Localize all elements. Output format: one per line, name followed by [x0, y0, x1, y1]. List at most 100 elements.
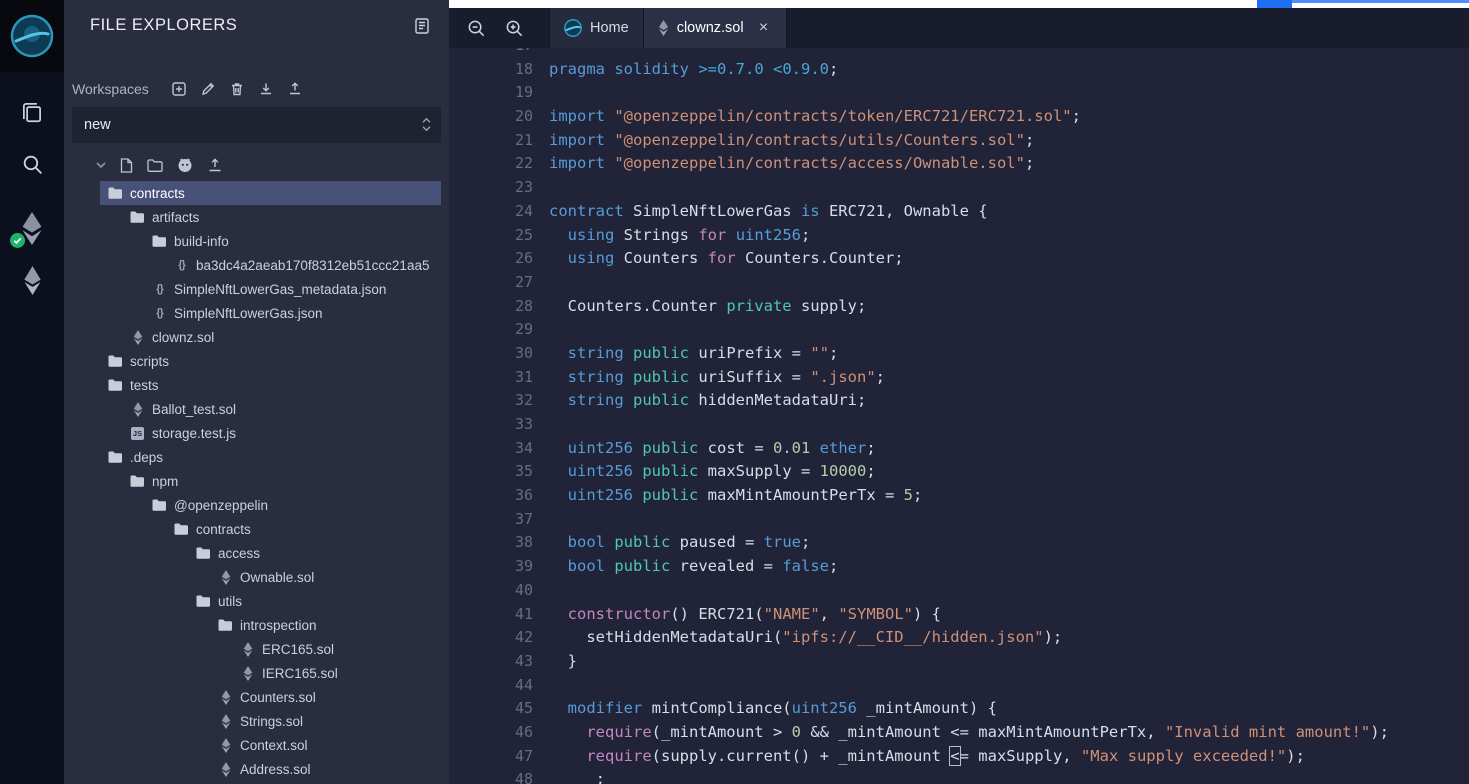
code-line-42[interactable]: 42 setHiddenMetadataUri("ipfs://__CID__/…: [449, 626, 1469, 650]
code-editor[interactable]: 1718pragma solidity >=0.7.0 <0.9.0;1920i…: [449, 48, 1469, 784]
solidity-file-icon: [218, 714, 233, 729]
tree-item-ba3dc4a2aeab170f8312eb51ccc21aa5[interactable]: {}ba3dc4a2aeab170f8312eb51ccc21aa5: [64, 253, 449, 277]
line-number: 35: [449, 460, 549, 484]
search-icon[interactable]: [0, 138, 64, 190]
code-line-21[interactable]: 21import "@openzeppelin/contracts/utils/…: [449, 129, 1469, 153]
tree-item-SimpleNftLowerGas_metadata.json[interactable]: {}SimpleNftLowerGas_metadata.json: [64, 277, 449, 301]
tree-item-clownz.sol[interactable]: clownz.sol: [64, 325, 449, 349]
zoom-in-icon[interactable]: [495, 8, 533, 48]
remix-logo[interactable]: [0, 0, 64, 72]
delete-workspace-icon[interactable]: [229, 81, 245, 97]
code-line-38[interactable]: 38 bool public paused = true;: [449, 531, 1469, 555]
tree-item-access[interactable]: access: [64, 541, 449, 565]
code-line-47[interactable]: 47 require(supply.current() + _mintAmoun…: [449, 745, 1469, 769]
code-line-33[interactable]: 33: [449, 413, 1469, 437]
tree-item-introspection[interactable]: introspection: [64, 613, 449, 637]
tree-item-ERC165.sol[interactable]: ERC165.sol: [64, 637, 449, 661]
create-workspace-icon[interactable]: [171, 81, 187, 97]
github-icon[interactable]: [177, 157, 193, 173]
browser-accent-block: [1257, 0, 1292, 8]
code-line-41[interactable]: 41 constructor() ERC721("NAME", "SYMBOL"…: [449, 603, 1469, 627]
deploy-run-icon[interactable]: [0, 254, 64, 306]
file-name: Context.sol: [240, 738, 308, 753]
editor-area: Home clownz.sol × 1718pragma solidity >=…: [449, 0, 1469, 784]
tree-item-Ownable.sol[interactable]: Ownable.sol: [64, 565, 449, 589]
code-line-39[interactable]: 39 bool public revealed = false;: [449, 555, 1469, 579]
upload-file-icon[interactable]: [207, 157, 223, 173]
tree-item-scripts[interactable]: scripts: [64, 349, 449, 373]
file-name: storage.test.js: [152, 426, 236, 441]
tree-item-Strings.sol[interactable]: Strings.sol: [64, 709, 449, 733]
tree-item-contracts[interactable]: contracts: [64, 517, 449, 541]
line-content: }: [549, 650, 577, 674]
code-line-22[interactable]: 22import "@openzeppelin/contracts/access…: [449, 152, 1469, 176]
code-line-31[interactable]: 31 string public uriSuffix = ".json";: [449, 366, 1469, 390]
file-explorer-icon[interactable]: [0, 86, 64, 138]
tree-item-Address.sol[interactable]: Address.sol: [64, 757, 449, 781]
zoom-out-icon[interactable]: [457, 8, 495, 48]
code-line-45[interactable]: 45 modifier mintCompliance(uint256 _mint…: [449, 697, 1469, 721]
code-line-30[interactable]: 30 string public uriPrefix = "";: [449, 342, 1469, 366]
chevron-down-icon[interactable]: [96, 162, 106, 169]
code-line-40[interactable]: 40: [449, 579, 1469, 603]
workspace-select[interactable]: new: [72, 107, 441, 143]
tree-item-build-info[interactable]: build-info: [64, 229, 449, 253]
code-line-46[interactable]: 46 require(_mintAmount > 0 && _mintAmoun…: [449, 721, 1469, 745]
close-tab-icon[interactable]: ×: [756, 20, 772, 36]
tab-clownz-sol[interactable]: clownz.sol ×: [644, 8, 787, 48]
code-line-37[interactable]: 37: [449, 508, 1469, 532]
tree-item-artifacts[interactable]: artifacts: [64, 205, 449, 229]
new-folder-icon[interactable]: [147, 159, 163, 172]
tree-item-Counters.sol[interactable]: Counters.sol: [64, 685, 449, 709]
code-line-48[interactable]: 48 _;: [449, 768, 1469, 784]
solidity-file-icon: [658, 20, 669, 36]
code-line-43[interactable]: 43 }: [449, 650, 1469, 674]
tree-item-tests[interactable]: tests: [64, 373, 449, 397]
code-line-28[interactable]: 28 Counters.Counter private supply;: [449, 295, 1469, 319]
tree-toolbar: [96, 157, 449, 173]
code-line-20[interactable]: 20import "@openzeppelin/contracts/token/…: [449, 105, 1469, 129]
tree-item-Context.sol[interactable]: Context.sol: [64, 733, 449, 757]
download-workspace-icon[interactable]: [258, 81, 274, 97]
tree-item-.deps[interactable]: .deps: [64, 445, 449, 469]
code-line-32[interactable]: 32 string public hiddenMetadataUri;: [449, 389, 1469, 413]
tree-item-npm[interactable]: npm: [64, 469, 449, 493]
code-line-27[interactable]: 27: [449, 271, 1469, 295]
code-line-26[interactable]: 26 using Counters for Counters.Counter;: [449, 247, 1469, 271]
code-line-18[interactable]: 18pragma solidity >=0.7.0 <0.9.0;: [449, 58, 1469, 82]
activity-bar: [0, 0, 64, 784]
tree-item-utils[interactable]: utils: [64, 589, 449, 613]
line-number: 47: [449, 745, 549, 769]
code-line-34[interactable]: 34 uint256 public cost = 0.01 ether;: [449, 437, 1469, 461]
code-line-36[interactable]: 36 uint256 public maxMintAmountPerTx = 5…: [449, 484, 1469, 508]
file-explorer-panel: FILE EXPLORERS Workspaces: [64, 0, 449, 784]
upload-workspace-icon[interactable]: [287, 81, 303, 97]
tree-item-storage.test.js[interactable]: JSstorage.test.js: [64, 421, 449, 445]
code-line-17[interactable]: 17: [449, 48, 1469, 58]
folder-icon: [108, 355, 123, 367]
tree-item-IERC165.sol[interactable]: IERC165.sol: [64, 661, 449, 685]
line-content: string public uriPrefix = "";: [549, 342, 838, 366]
code-line-29[interactable]: 29: [449, 318, 1469, 342]
tree-item-@openzeppelin[interactable]: @openzeppelin: [64, 493, 449, 517]
line-number: 17: [449, 48, 549, 58]
solidity-file-icon: [218, 690, 233, 705]
code-line-23[interactable]: 23: [449, 176, 1469, 200]
tree-item-contracts[interactable]: contracts: [64, 181, 449, 205]
code-line-25[interactable]: 25 using Strings for uint256;: [449, 224, 1469, 248]
rename-workspace-icon[interactable]: [200, 81, 216, 97]
line-content: require(_mintAmount > 0 && _mintAmount <…: [549, 721, 1389, 745]
code-line-44[interactable]: 44: [449, 674, 1469, 698]
line-content: import "@openzeppelin/contracts/access/O…: [549, 152, 1034, 176]
code-line-19[interactable]: 19: [449, 81, 1469, 105]
code-line-35[interactable]: 35 uint256 public maxSupply = 10000;: [449, 460, 1469, 484]
tree-item-SimpleNftLowerGas.json[interactable]: {}SimpleNftLowerGas.json: [64, 301, 449, 325]
solidity-compiler-icon[interactable]: [0, 202, 64, 254]
tree-item-Ballot_test.sol[interactable]: Ballot_test.sol: [64, 397, 449, 421]
line-content: string public hiddenMetadataUri;: [549, 389, 866, 413]
new-file-icon[interactable]: [120, 158, 133, 173]
tab-home[interactable]: Home: [549, 8, 644, 48]
code-line-24[interactable]: 24contract SimpleNftLowerGas is ERC721, …: [449, 200, 1469, 224]
docs-icon[interactable]: [413, 17, 431, 35]
file-name: .deps: [130, 450, 163, 465]
